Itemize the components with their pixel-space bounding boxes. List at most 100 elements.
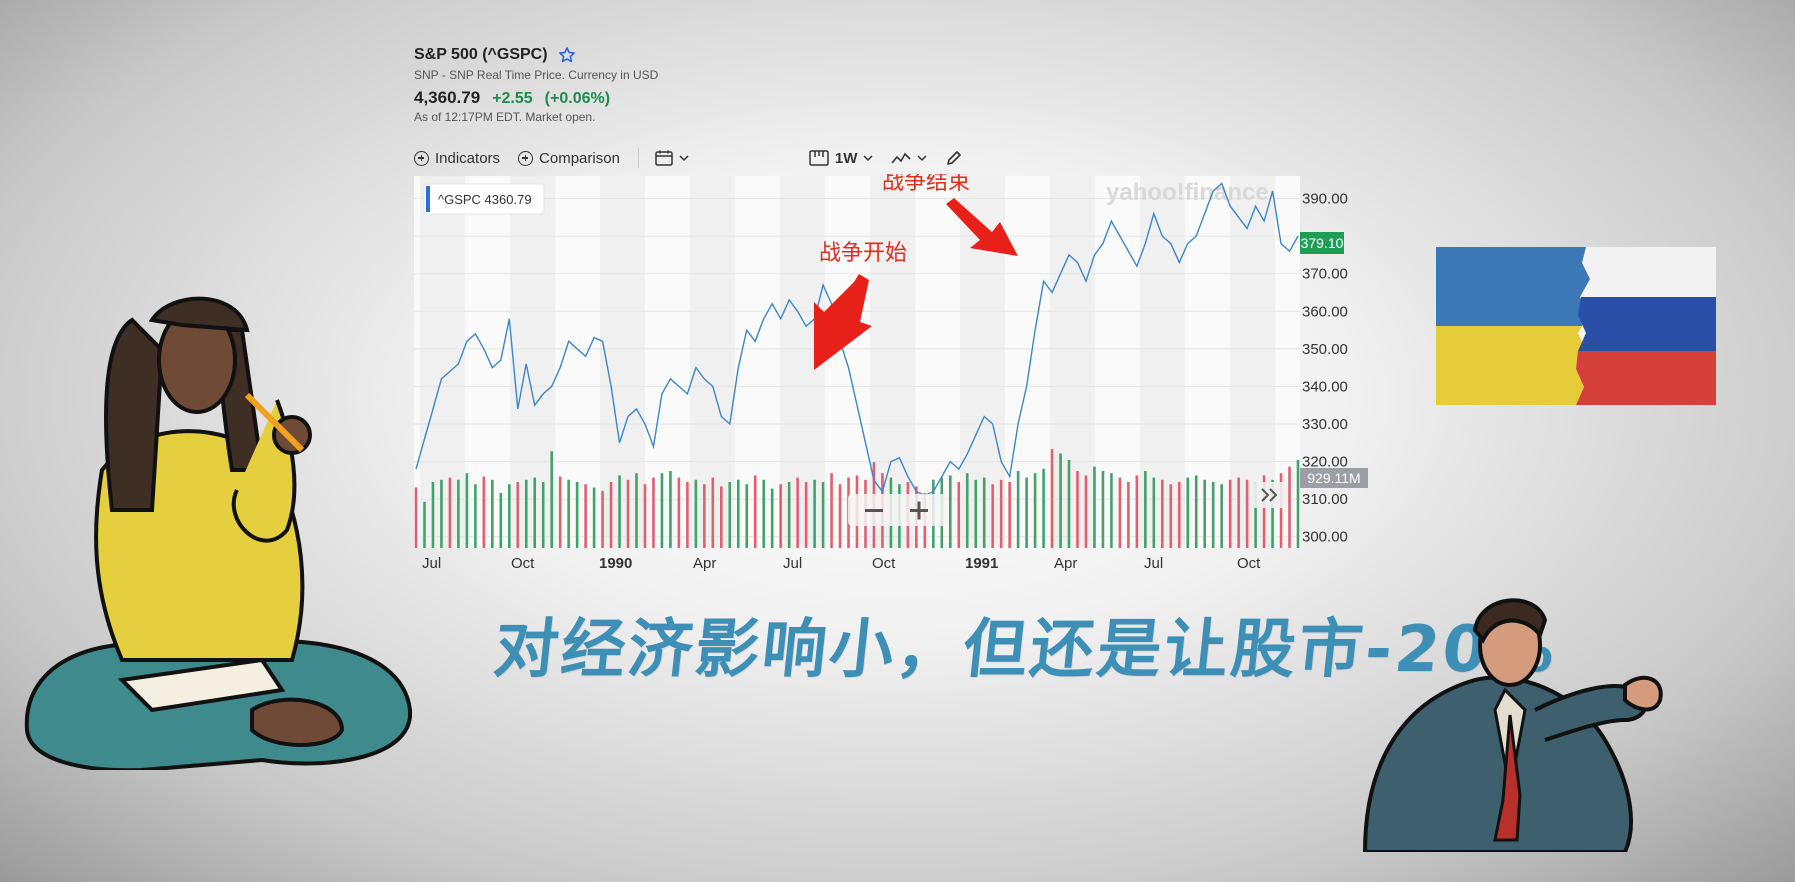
volume-bar — [1228, 479, 1232, 548]
price-change: +2.55 — [492, 90, 533, 107]
pencil-icon — [947, 151, 962, 165]
volume-bar — [1296, 460, 1300, 548]
volume-bar — [965, 473, 969, 548]
volume-bar — [686, 482, 689, 548]
volume-bar — [457, 479, 460, 548]
volume-bar — [1177, 482, 1181, 548]
volume-bar — [423, 501, 426, 548]
ticker-title: S&P 500 (^GSPC) — [414, 46, 548, 63]
month-band — [1050, 176, 1095, 548]
volume-tag: 929.11M — [1300, 468, 1368, 488]
volume-bar — [1203, 479, 1207, 548]
volume-bar — [745, 484, 749, 548]
volume-bar — [711, 477, 715, 548]
comparison-button[interactable]: Comparison — [518, 150, 620, 167]
x-tick-label: 1991 — [965, 555, 998, 572]
indicators-button[interactable]: Indicators — [414, 150, 500, 167]
x-axis-ticks: Jul Oct 1990 Apr Jul Oct 1991 Apr Jul Oct — [422, 555, 1261, 572]
as-of-timestamp: As of 12:17PM EDT. Market open. — [414, 110, 596, 124]
current-price: 4,360.79 — [414, 88, 481, 107]
chevron-down-icon — [679, 155, 689, 162]
volume-bar — [796, 477, 799, 548]
volume-bar — [703, 484, 706, 548]
annotation-war-start: 战争开始 — [819, 241, 907, 266]
expand-button[interactable] — [1252, 482, 1288, 508]
volume-bar — [779, 484, 782, 548]
interval-button[interactable]: 1W — [809, 150, 874, 167]
volume-bar — [652, 477, 655, 548]
scared-man-illustration — [1362, 598, 1663, 852]
volume-bar — [550, 451, 553, 548]
interval-label: 1W — [834, 149, 858, 167]
volume-bar — [821, 482, 825, 548]
comparison-label: Comparison — [539, 149, 620, 167]
volume-bar — [1169, 484, 1173, 548]
x-tick-label: Apr — [1054, 555, 1077, 572]
stock-chart[interactable]: yahoo!finance 300.00310.00320.00330.0034… — [414, 174, 1374, 584]
volume-bar — [982, 477, 986, 548]
volume-bar — [999, 479, 1003, 548]
chart-type-button[interactable] — [891, 151, 927, 165]
volume-bar — [618, 475, 621, 548]
volume-bar — [753, 475, 757, 548]
volume-bar — [1186, 477, 1190, 548]
volume-bar — [948, 475, 952, 548]
volume-bar — [482, 476, 486, 548]
zoom-out-icon[interactable] — [865, 509, 883, 512]
thinking-woman-illustration — [24, 296, 412, 770]
quote-header: S&P 500 (^GSPC) SNP - SNP Real Time Pric… — [414, 46, 658, 124]
volume-bar — [558, 476, 562, 548]
volume-bar — [1084, 475, 1088, 548]
volume-bar — [1288, 466, 1291, 548]
volume-bar — [991, 484, 994, 548]
draw-button[interactable] — [945, 149, 963, 167]
legend-tag[interactable]: ^GSPC 4360.79 — [423, 183, 545, 215]
volume-bar — [584, 484, 587, 548]
volume-bar — [1127, 482, 1130, 548]
volume-bar — [1016, 471, 1020, 548]
volume-bar — [1245, 479, 1249, 548]
volume-bar — [804, 482, 808, 548]
volume-bar — [770, 488, 774, 548]
y-tick-label: 370.00 — [1302, 266, 1348, 283]
calendar-icon — [655, 150, 673, 166]
volume-bar — [567, 479, 570, 548]
add-icon — [414, 150, 429, 166]
legend-text: ^GSPC 4360.79 — [438, 192, 532, 207]
ruler-icon — [809, 150, 829, 166]
date-range-button[interactable] — [655, 150, 689, 166]
volume-bar — [1194, 475, 1198, 548]
volume-bar — [957, 482, 961, 548]
volume-text: 929.11M — [1307, 470, 1360, 486]
y-tick-label: 390.00 — [1302, 191, 1348, 208]
volume-bar — [813, 479, 816, 548]
y-tick-label: 300.00 — [1302, 529, 1348, 546]
volume-bar — [1101, 471, 1105, 548]
volume-bar — [643, 484, 647, 548]
volume-bar — [974, 479, 978, 548]
last-price-tag: 379.10 — [1300, 232, 1344, 254]
line-chart-icon — [891, 152, 911, 164]
ukraine-russia-flag-image — [1436, 247, 1716, 405]
y-tick-label: 360.00 — [1302, 303, 1348, 320]
x-tick-label: Oct — [1237, 555, 1261, 572]
volume-bar — [1050, 449, 1054, 548]
price-change-percent: (+0.06%) — [544, 90, 611, 107]
volume-bar — [694, 479, 698, 548]
y-tick-label: 340.00 — [1302, 378, 1348, 395]
volume-bar — [660, 473, 664, 548]
toolbar-divider — [637, 148, 639, 168]
y-tick-label: 330.00 — [1302, 416, 1348, 433]
yahoo-finance-watermark: yahoo!finance — [1106, 179, 1269, 206]
volume-bar — [1152, 477, 1156, 548]
star-icon[interactable] — [558, 46, 576, 64]
volume-bar — [838, 484, 842, 548]
x-tick-label: Jul — [422, 555, 441, 572]
volume-bar — [626, 479, 630, 548]
volume-bar — [541, 482, 545, 548]
y-tick-label: 350.00 — [1302, 341, 1348, 358]
add-icon — [518, 150, 534, 166]
volume-bar — [1008, 482, 1011, 548]
volume-bar — [499, 493, 503, 548]
zoom-controls[interactable] — [848, 494, 948, 526]
